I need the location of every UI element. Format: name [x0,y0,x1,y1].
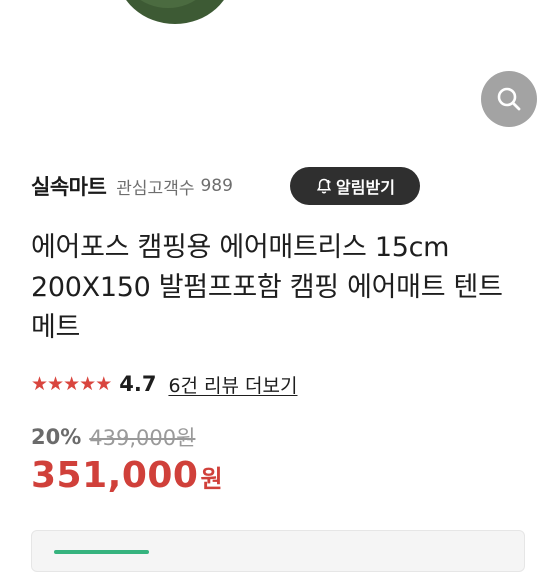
original-price: 439,000원 [89,426,196,450]
alarm-button-label: 알림받기 [336,178,395,197]
follower-count: 989 [200,176,233,196]
zoom-button[interactable] [481,71,537,127]
follower-label: 관심고객수 [116,178,195,199]
rating-row: ★ ★ ★ ★ ★ 4.7 6건 리뷰 더보기 [31,369,298,399]
sale-price-row: 351,000 원 [31,455,223,501]
sale-price: 351,000 [31,455,199,496]
sale-price-unit: 원 [200,465,223,493]
info-box-badge [54,550,149,554]
star-icon: ★ [63,372,81,395]
rating-value: 4.7 [119,372,157,396]
discount-rate: 20% [31,425,82,449]
star-icon: ★ [79,372,97,395]
review-link[interactable]: 6건 리뷰 더보기 [168,371,297,398]
star-icon: ★ [47,372,65,395]
star-rating: ★ ★ ★ ★ ★ [31,372,113,395]
bell-plus-icon [316,178,332,194]
alarm-button[interactable]: 알림받기 [290,167,420,205]
star-icon: ★ [31,372,49,395]
magnifier-icon [497,87,521,111]
star-icon: ★ [95,372,113,395]
product-title: 에어포스 캠핑용 에어매트리스 15cm 200X150 발펌프포함 캠핑 에어… [31,232,503,343]
product-image-crop [126,0,224,24]
info-box[interactable] [31,530,525,572]
seller-name[interactable]: 실속마트 [31,171,107,201]
price-row: 20% 439,000원 [31,422,195,452]
seller-row: 실속마트 관심고객수 989 [31,166,233,206]
product-image [0,0,553,60]
